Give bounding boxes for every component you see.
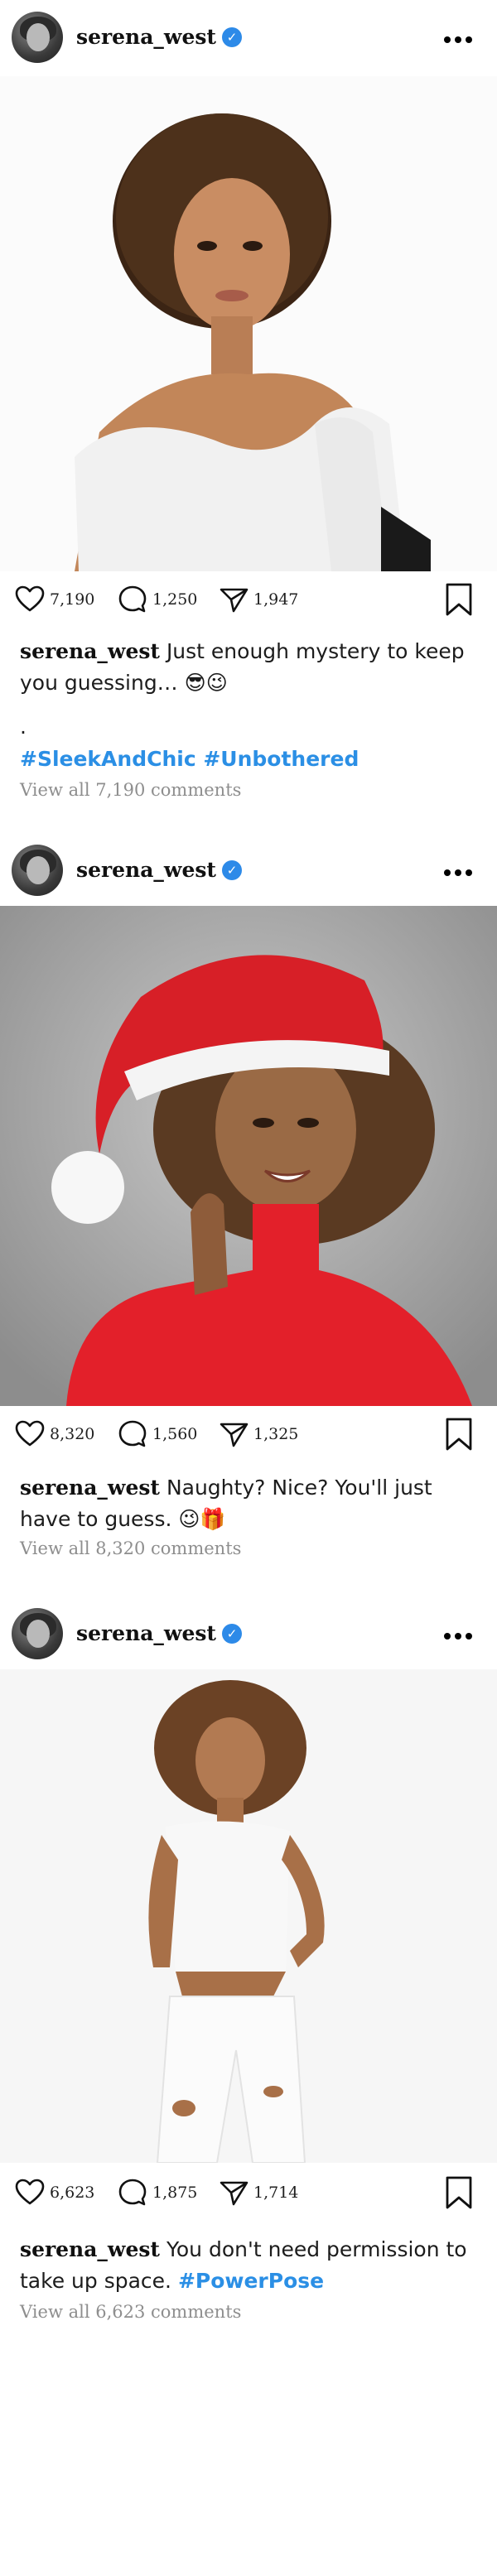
avatar[interactable] [12,1608,63,1659]
post-header: serena_west ✓ [0,833,497,909]
caption-username[interactable]: serena_west [20,1476,160,1500]
avatar[interactable] [12,12,63,63]
send-icon[interactable] [217,1418,250,1451]
caption-hashtags[interactable]: #PowerPose [178,2269,324,2293]
bookmark-icon[interactable] [442,581,475,618]
comment-action[interactable]: 1,250 [116,583,197,616]
more-dots-icon[interactable] [444,869,472,876]
post-2: serena_west ✓ 8,320 1,560 1,325 serena_w… [0,833,497,1595]
verified-badge-icon: ✓ [222,1624,242,1644]
share-count: 1,714 [253,2184,299,2202]
heart-icon[interactable] [13,583,46,616]
username[interactable]: serena_west [76,1621,216,1645]
post-photo[interactable] [0,1669,497,2163]
comment-count: 1,875 [152,2184,198,2202]
portrait-image [0,1669,497,2163]
heart-icon[interactable] [13,2176,46,2209]
comment-action[interactable]: 1,875 [116,2176,197,2209]
save-action[interactable] [442,2174,475,2214]
portrait-image [0,76,497,571]
caption-hashtags[interactable]: #SleekAndChic #Unbothered [20,744,484,775]
share-action[interactable]: 1,714 [217,2176,298,2209]
caption-username[interactable]: serena_west [20,2237,160,2261]
share-action[interactable]: 1,947 [217,583,298,616]
post-actions: 8,320 1,560 1,325 [0,1409,497,1459]
like-count: 8,320 [50,1425,95,1443]
username[interactable]: serena_west [76,25,216,49]
post-actions: 6,623 1,875 1,714 [0,2168,497,2217]
comment-icon[interactable] [116,1418,149,1451]
comment-count: 1,560 [152,1425,198,1443]
heart-icon[interactable] [13,1418,46,1451]
post-caption: serena_west Just enough mystery to keep … [20,636,484,699]
caption-username[interactable]: serena_west [20,639,160,663]
verified-badge-icon: ✓ [222,27,242,47]
post-1: serena_west ✓ 7,190 1,250 1,947 serena_w… [0,0,497,828]
more-dots-icon[interactable] [444,1633,472,1639]
share-count: 1,947 [253,590,299,609]
post-3: serena_west ✓ 6,623 1,875 1,714 serena_w… [0,1596,497,2358]
verified-badge-icon: ✓ [222,860,242,880]
comment-count: 1,250 [152,590,198,609]
bookmark-icon[interactable] [442,1416,475,1452]
comment-action[interactable]: 1,560 [116,1418,197,1451]
post-actions: 7,190 1,250 1,947 [0,575,497,624]
like-count: 6,623 [50,2184,95,2202]
view-all-comments-link[interactable]: View all 8,320 comments [20,1538,241,1558]
like-action[interactable]: 7,190 [13,583,94,616]
send-icon[interactable] [217,2176,250,2209]
like-count: 7,190 [50,590,95,609]
view-all-comments-link[interactable]: View all 7,190 comments [20,780,241,800]
caption-dot: . [20,715,27,739]
post-header: serena_west ✓ [0,0,497,76]
post-photo[interactable] [0,76,497,571]
comment-icon[interactable] [116,2176,149,2209]
post-header: serena_west ✓ [0,1596,497,1673]
avatar[interactable] [12,845,63,896]
post-photo[interactable] [0,906,497,1406]
save-action[interactable] [442,1416,475,1456]
share-count: 1,325 [253,1425,299,1443]
send-icon[interactable] [217,583,250,616]
portrait-image [0,906,497,1406]
post-caption: serena_west You don't need permission to… [20,2234,484,2297]
more-dots-icon[interactable] [444,36,472,43]
username[interactable]: serena_west [76,858,216,882]
bookmark-icon[interactable] [442,2174,475,2211]
view-all-comments-link[interactable]: View all 6,623 comments [20,2302,241,2322]
share-action[interactable]: 1,325 [217,1418,298,1451]
comment-icon[interactable] [116,583,149,616]
like-action[interactable]: 8,320 [13,1418,94,1451]
save-action[interactable] [442,581,475,621]
post-caption: serena_west Naughty? Nice? You'll just h… [20,1472,484,1535]
like-action[interactable]: 6,623 [13,2176,94,2209]
